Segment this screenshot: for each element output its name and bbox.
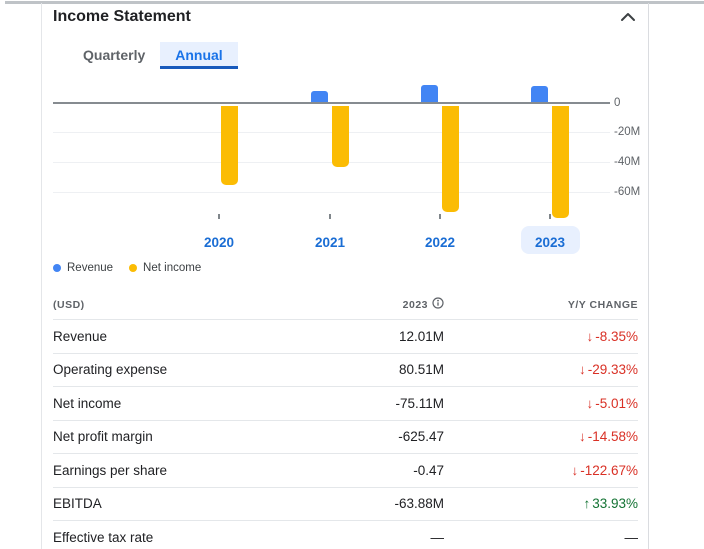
arrow-down-icon: ↓ xyxy=(579,362,586,377)
row-label: Operating expense xyxy=(53,362,324,377)
row-value: -0.47 xyxy=(324,463,444,478)
row-label: Revenue xyxy=(53,329,324,344)
income-statement-widget: Income Statement Quarterly Annual 0 -20M… xyxy=(0,0,704,549)
year-label-2022[interactable]: 2022 xyxy=(410,235,470,250)
arrow-down-icon: ↓ xyxy=(571,463,578,478)
table-row: Earnings per share-0.47↓-122.67% xyxy=(53,454,638,488)
legend-item-revenue: Revenue xyxy=(53,262,113,274)
net-income-bar-2021[interactable] xyxy=(332,106,349,167)
revenue-dot-icon xyxy=(53,264,61,272)
y-tick-60m: -60M xyxy=(614,186,648,198)
legend-label-revenue: Revenue xyxy=(67,262,113,274)
income-statement-card: Income Statement Quarterly Annual 0 -20M… xyxy=(42,4,648,549)
row-value: 12.01M xyxy=(324,329,444,344)
row-value: 80.51M xyxy=(324,362,444,377)
row-label: Effective tax rate xyxy=(53,530,324,545)
table-row: Operating expense80.51M↓-29.33% xyxy=(53,354,638,388)
x-tick-2021 xyxy=(329,214,331,219)
collapse-button[interactable] xyxy=(614,6,642,30)
row-yy-change: — xyxy=(444,530,638,545)
row-value: — xyxy=(324,530,444,545)
row-yy-change: ↓-122.67% xyxy=(444,463,638,478)
card-right-border xyxy=(648,3,649,549)
net-income-dot-icon xyxy=(129,264,137,272)
header-year-label: 2023 xyxy=(403,299,428,311)
y-tick-40m: -40M xyxy=(614,156,648,168)
table-row: EBITDA-63.88M↑33.93% xyxy=(53,488,638,522)
table-header-row: (USD) 2023 Y/Y CHANGE xyxy=(53,290,638,320)
row-label: Net profit margin xyxy=(53,429,324,444)
period-tabs: Quarterly Annual xyxy=(68,42,238,69)
card-title: Income Statement xyxy=(53,8,191,26)
header-usd: (USD) xyxy=(53,299,324,311)
year-label-2021[interactable]: 2021 xyxy=(300,235,360,250)
legend-item-net-income: Net income xyxy=(129,262,201,274)
row-yy-change: ↓-29.33% xyxy=(444,362,638,377)
table-row: Net profit margin-625.47↓-14.58% xyxy=(53,421,638,455)
row-label: Earnings per share xyxy=(53,463,324,478)
row-label: EBITDA xyxy=(53,496,324,511)
net-income-bar-2020[interactable] xyxy=(221,106,238,185)
arrow-down-icon: ↓ xyxy=(579,429,586,444)
row-value: -75.11M xyxy=(324,396,444,411)
x-tick-2023 xyxy=(549,214,551,219)
row-label: Net income xyxy=(53,396,324,411)
arrow-down-icon: ↓ xyxy=(586,396,593,411)
y-tick-20m: -20M xyxy=(614,126,648,138)
info-icon[interactable] xyxy=(432,297,444,312)
arrow-up-icon: ↑ xyxy=(583,496,590,511)
year-label-2023[interactable]: 2023 xyxy=(520,235,580,250)
row-yy-change: ↑33.93% xyxy=(444,496,638,511)
x-tick-2022 xyxy=(439,214,441,219)
table-row: Revenue12.01M↓-8.35% xyxy=(53,320,638,354)
gridline-60m xyxy=(53,192,610,193)
header-yy-change: Y/Y CHANGE xyxy=(444,299,638,311)
table-row: Effective tax rate—— xyxy=(53,521,638,549)
table-row: Net income-75.11M↓-5.01% xyxy=(53,387,638,421)
x-tick-2020 xyxy=(218,214,220,219)
zero-axis-line xyxy=(53,102,610,104)
year-label-2020[interactable]: 2020 xyxy=(189,235,249,250)
chevron-up-icon xyxy=(619,11,637,26)
row-value: -625.47 xyxy=(324,429,444,444)
arrow-down-icon: ↓ xyxy=(586,329,593,344)
row-yy-change: ↓-8.35% xyxy=(444,329,638,344)
financials-table: (USD) 2023 Y/Y CHANGE Revenue12.01M↓-8.3… xyxy=(53,290,638,549)
chart-legend: Revenue Net income xyxy=(53,262,201,274)
header-year: 2023 xyxy=(324,297,444,312)
net-income-bar-2022[interactable] xyxy=(442,106,459,212)
y-tick-0: 0 xyxy=(614,97,648,109)
tab-annual[interactable]: Annual xyxy=(160,42,237,69)
tab-quarterly[interactable]: Quarterly xyxy=(68,42,160,69)
legend-label-net-income: Net income xyxy=(143,262,201,274)
row-yy-change: ↓-5.01% xyxy=(444,396,638,411)
row-yy-change: ↓-14.58% xyxy=(444,429,638,444)
table-body: Revenue12.01M↓-8.35%Operating expense80.… xyxy=(53,320,638,549)
net-income-bar-2023[interactable] xyxy=(552,106,569,218)
row-value: -63.88M xyxy=(324,496,444,511)
